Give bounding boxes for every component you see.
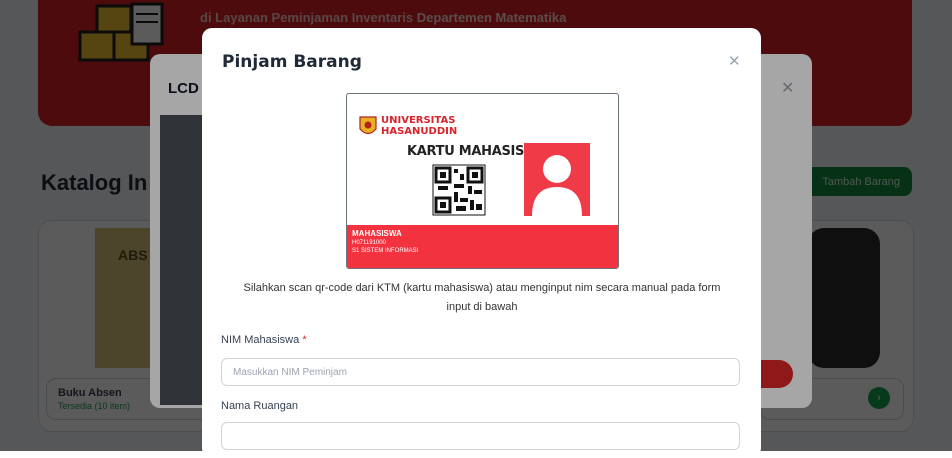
- card-nim: H071191000: [352, 240, 386, 246]
- scan-instruction: Silahkan scan qr-code dari KTM (kartu ma…: [243, 282, 721, 313]
- borrow-modal: Pinjam Barang ✕ UNIVERSITAS HASANUDDIN K…: [202, 28, 761, 458]
- card-role: MAHASISWA: [352, 229, 402, 238]
- close-icon[interactable]: ✕: [728, 52, 741, 70]
- card-info-band: MAHASISWA H071191000 S1 SISTEM INFORMASI: [347, 225, 618, 268]
- nim-label: NIM Mahasiswa *: [221, 334, 307, 346]
- university-line-2: HASANUDDIN: [381, 126, 458, 137]
- student-card-image: UNIVERSITAS HASANUDDIN KARTU MAHASISWA M…: [346, 93, 619, 269]
- room-label: Nama Ruangan: [221, 400, 299, 412]
- university-name: UNIVERSITAS HASANUDDIN: [381, 115, 457, 137]
- room-input[interactable]: [221, 422, 740, 450]
- required-marker: *: [302, 334, 307, 346]
- university-line-1: UNIVERSITAS: [381, 115, 456, 126]
- university-logo-icon: [359, 116, 377, 135]
- nim-input[interactable]: [221, 358, 740, 386]
- qr-code-icon: [432, 164, 486, 216]
- nim-label-text: NIM Mahasiswa: [221, 334, 300, 346]
- user-silhouette-icon: [532, 155, 582, 216]
- card-prodi: S1 SISTEM INFORMASI: [352, 248, 419, 254]
- avatar-placeholder: [524, 143, 590, 216]
- modal-title: Pinjam Barang: [222, 52, 362, 72]
